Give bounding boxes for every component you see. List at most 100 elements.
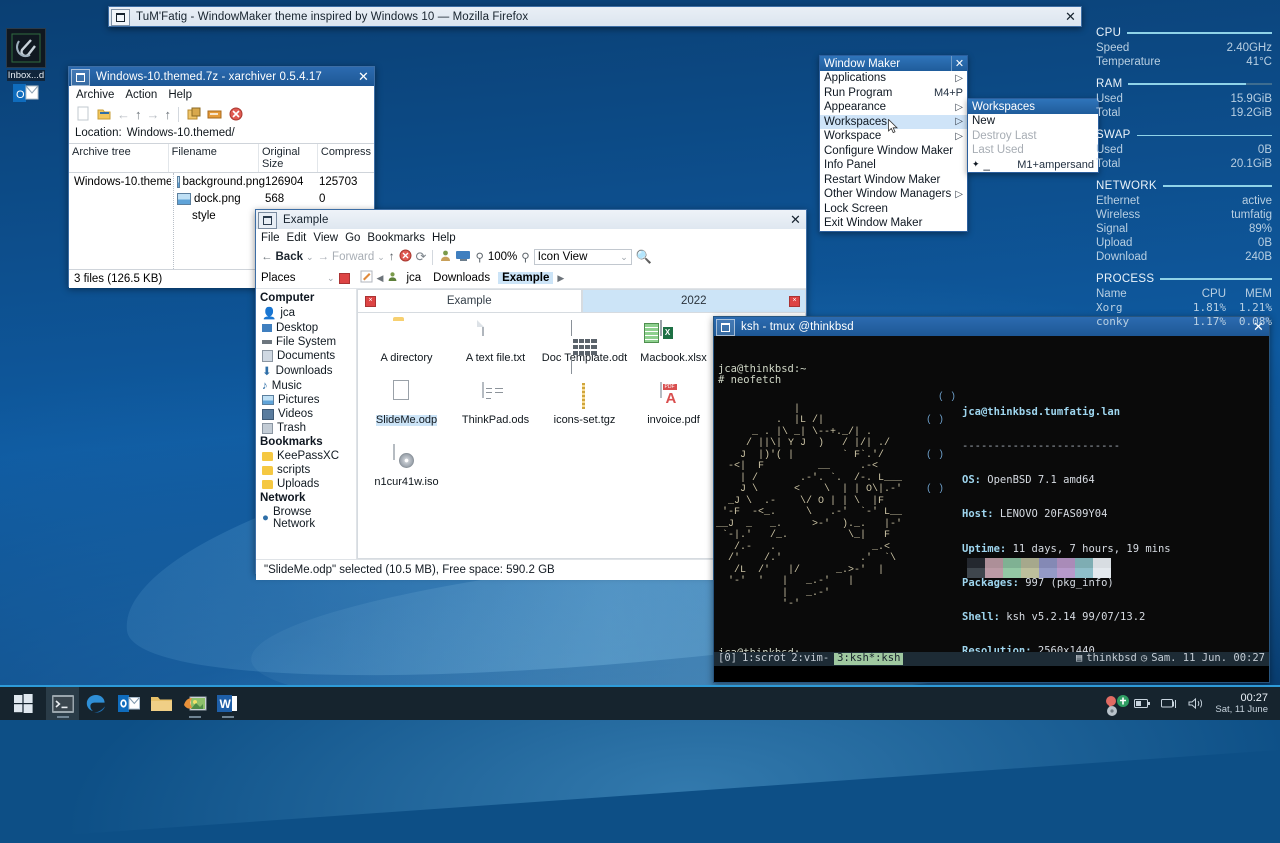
up-icon[interactable]: ↑: [389, 251, 395, 263]
column-original-size[interactable]: Original Size: [259, 144, 318, 172]
wm-subitem-new[interactable]: New: [968, 114, 1098, 129]
list-item[interactable]: A directory: [362, 321, 451, 383]
tmux-window[interactable]: 2:vim-: [791, 653, 829, 664]
menu-help[interactable]: Help: [167, 89, 193, 101]
chevron-down-icon[interactable]: ⌄: [327, 273, 335, 284]
extract-files-icon[interactable]: [207, 106, 223, 122]
open-archive-icon[interactable]: [96, 106, 112, 122]
list-item[interactable]: SlideMe.odp: [362, 383, 451, 445]
start-button[interactable]: [0, 687, 46, 720]
wm-item-applications[interactable]: Applications▷: [820, 71, 967, 86]
reload-icon[interactable]: ⟳: [416, 249, 427, 265]
terminal-window[interactable]: ksh - tmux @thinkbsd ✕ jca@thinkbsd:~ # …: [713, 316, 1270, 683]
xarchiver-titlebar[interactable]: Windows-10.themed.7z - xarchiver 0.5.4.1…: [69, 67, 374, 86]
forward-button[interactable]: → Forward ⌄: [318, 251, 385, 263]
inbox-desktop-icon[interactable]: Inbox...d O: [6, 70, 46, 104]
window-maker-menu[interactable]: Window Maker ✕ Applications▷ Run Program…: [819, 55, 968, 232]
window-maker-workspaces-submenu[interactable]: Workspaces New Destroy Last Last Used ✦ …: [967, 98, 1099, 173]
breadcrumb-example[interactable]: Example: [498, 272, 553, 284]
list-item[interactable]: icons-set.tgz: [540, 383, 629, 445]
sidebar-item-trash[interactable]: Trash: [259, 421, 356, 435]
wm-item-appearance[interactable]: Appearance▷: [820, 100, 967, 115]
close-icon[interactable]: ✕: [951, 56, 967, 71]
wm-item-exit-window-maker[interactable]: Exit Window Maker: [820, 216, 967, 231]
tmux-window-active[interactable]: 3:ksh*:ksh: [834, 653, 903, 664]
battery-icon[interactable]: [1134, 696, 1151, 712]
tree-root-label[interactable]: Windows-10.themed: [74, 176, 171, 188]
close-icon[interactable]: ✕: [353, 67, 374, 86]
tab-example[interactable]: × Example: [357, 289, 582, 312]
list-item[interactable]: ThinkPad.ods: [451, 383, 540, 445]
photos-taskbar-item[interactable]: [178, 687, 211, 720]
sidebar-item-videos[interactable]: Videos: [259, 407, 356, 421]
wmaker-dock-icon[interactable]: [6, 28, 46, 68]
breadcrumb-next-icon[interactable]: ▶: [557, 273, 564, 284]
new-archive-icon[interactable]: [75, 106, 91, 122]
close-icon[interactable]: ×: [365, 296, 376, 307]
sidebar-item-keepassxc[interactable]: KeePassXC: [259, 449, 356, 463]
view-mode-select[interactable]: Icon View ⌄: [534, 249, 632, 265]
terminal-taskbar-item[interactable]: [46, 687, 79, 720]
terminal-body[interactable]: jca@thinkbsd:~ # neofetch ( ) | . |L /| …: [714, 336, 1269, 666]
table-row[interactable]: background.png 126904 125703: [174, 173, 374, 190]
window-menu-icon[interactable]: [716, 319, 735, 336]
close-icon[interactable]: ×: [789, 296, 800, 307]
sidebar-item-file-system[interactable]: File System: [259, 335, 356, 349]
window-menu-icon[interactable]: [258, 212, 277, 229]
sidebar-item-browse-network[interactable]: ●Browse Network: [259, 505, 356, 531]
edge-taskbar-item[interactable]: [79, 687, 112, 720]
edit-path-icon[interactable]: [360, 270, 373, 286]
breadcrumb-jca[interactable]: jca: [402, 272, 425, 284]
up-icon[interactable]: ↑: [135, 108, 142, 121]
chevron-down-icon[interactable]: ⌄: [377, 252, 385, 263]
list-item[interactable]: n1cur41w.iso: [362, 445, 451, 507]
tmux-status-bar[interactable]: [0] 1:scrot 2:vim- 3:ksh*:ksh ▤ thinkbsd…: [714, 652, 1269, 666]
word-taskbar-item[interactable]: W: [211, 687, 244, 720]
table-row[interactable]: dock.png 568 0: [174, 190, 374, 207]
volume-icon[interactable]: [1188, 696, 1205, 712]
file-manager-toolbar[interactable]: ← Back ⌄ → Forward ⌄ ↑ ⟳ ⚲ 100% ⚲ Icon V…: [256, 246, 806, 268]
search-icon[interactable]: 🔍: [636, 249, 652, 265]
breadcrumb-downloads[interactable]: Downloads: [429, 272, 494, 284]
taskbar-clock[interactable]: 00:27 Sat, 11 June: [1215, 692, 1272, 716]
close-places-icon[interactable]: [339, 273, 350, 284]
xarchiver-column-headers[interactable]: Archive tree Filename Original Size Comp…: [69, 143, 374, 173]
home-icon[interactable]: [439, 249, 452, 265]
xarchiver-menubar[interactable]: Archive Action Help: [69, 86, 374, 103]
sidebar-item-uploads[interactable]: Uploads: [259, 477, 356, 491]
xarchiver-toolbar[interactable]: ← ↑ → ↑: [69, 103, 374, 125]
tmux-window[interactable]: 1:scrot: [742, 653, 786, 664]
back-button[interactable]: ← Back ⌄: [261, 251, 314, 263]
xarchiver-location-bar[interactable]: Location: Windows-10.themed/: [69, 125, 374, 143]
files-taskbar-item[interactable]: [145, 687, 178, 720]
window-menu-icon[interactable]: [111, 9, 130, 26]
column-compressed[interactable]: Compress: [318, 144, 374, 172]
file-manager-pathbar[interactable]: Places ⌄ ◀ jca Downloads Example ▶: [256, 268, 806, 288]
wm-item-info-panel[interactable]: Info Panel: [820, 158, 967, 173]
pane-tabs[interactable]: × Example 2022 ×: [357, 289, 806, 312]
file-manager-menubar[interactable]: File Edit View Go Bookmarks Help: [256, 229, 806, 246]
sidebar-item-scripts[interactable]: scripts: [259, 463, 356, 477]
list-item[interactable]: A text file.txt: [451, 321, 540, 383]
close-icon[interactable]: ✕: [785, 210, 806, 229]
zoom-in-icon[interactable]: ⚲: [521, 250, 529, 264]
tab-2022[interactable]: 2022 ×: [582, 289, 807, 312]
sidebar-item-jca[interactable]: 👤jca: [259, 305, 356, 321]
chevron-down-icon[interactable]: ⌄: [306, 252, 314, 263]
system-tray[interactable]: 00:27 Sat, 11 June: [1104, 692, 1280, 716]
stop-icon[interactable]: [228, 106, 244, 122]
desktop-icon[interactable]: [456, 250, 471, 265]
sidebar-item-desktop[interactable]: Desktop: [259, 321, 356, 335]
wm-subitem-workspace-1[interactable]: ✦ _ M1+ampersand: [968, 158, 1098, 173]
file-manager-titlebar[interactable]: Example ✕: [256, 210, 806, 229]
list-item[interactable]: invoice.pdf: [629, 383, 718, 445]
stop-icon[interactable]: [399, 249, 412, 265]
wm-item-run-program[interactable]: Run ProgramM4+P: [820, 86, 967, 101]
firefox-titlebar[interactable]: TuM'Fatig - WindowMaker theme inspired b…: [109, 7, 1081, 26]
wm-item-other-window-managers[interactable]: Other Window Managers▷: [820, 187, 967, 202]
home-icon[interactable]: ↑: [165, 108, 172, 121]
close-icon[interactable]: ✕: [1060, 7, 1081, 26]
file-manager-sidebar[interactable]: Computer 👤jca Desktop File System Docume…: [256, 289, 356, 559]
menu-bookmarks[interactable]: Bookmarks: [367, 232, 425, 244]
column-archive-tree[interactable]: Archive tree: [69, 144, 169, 172]
